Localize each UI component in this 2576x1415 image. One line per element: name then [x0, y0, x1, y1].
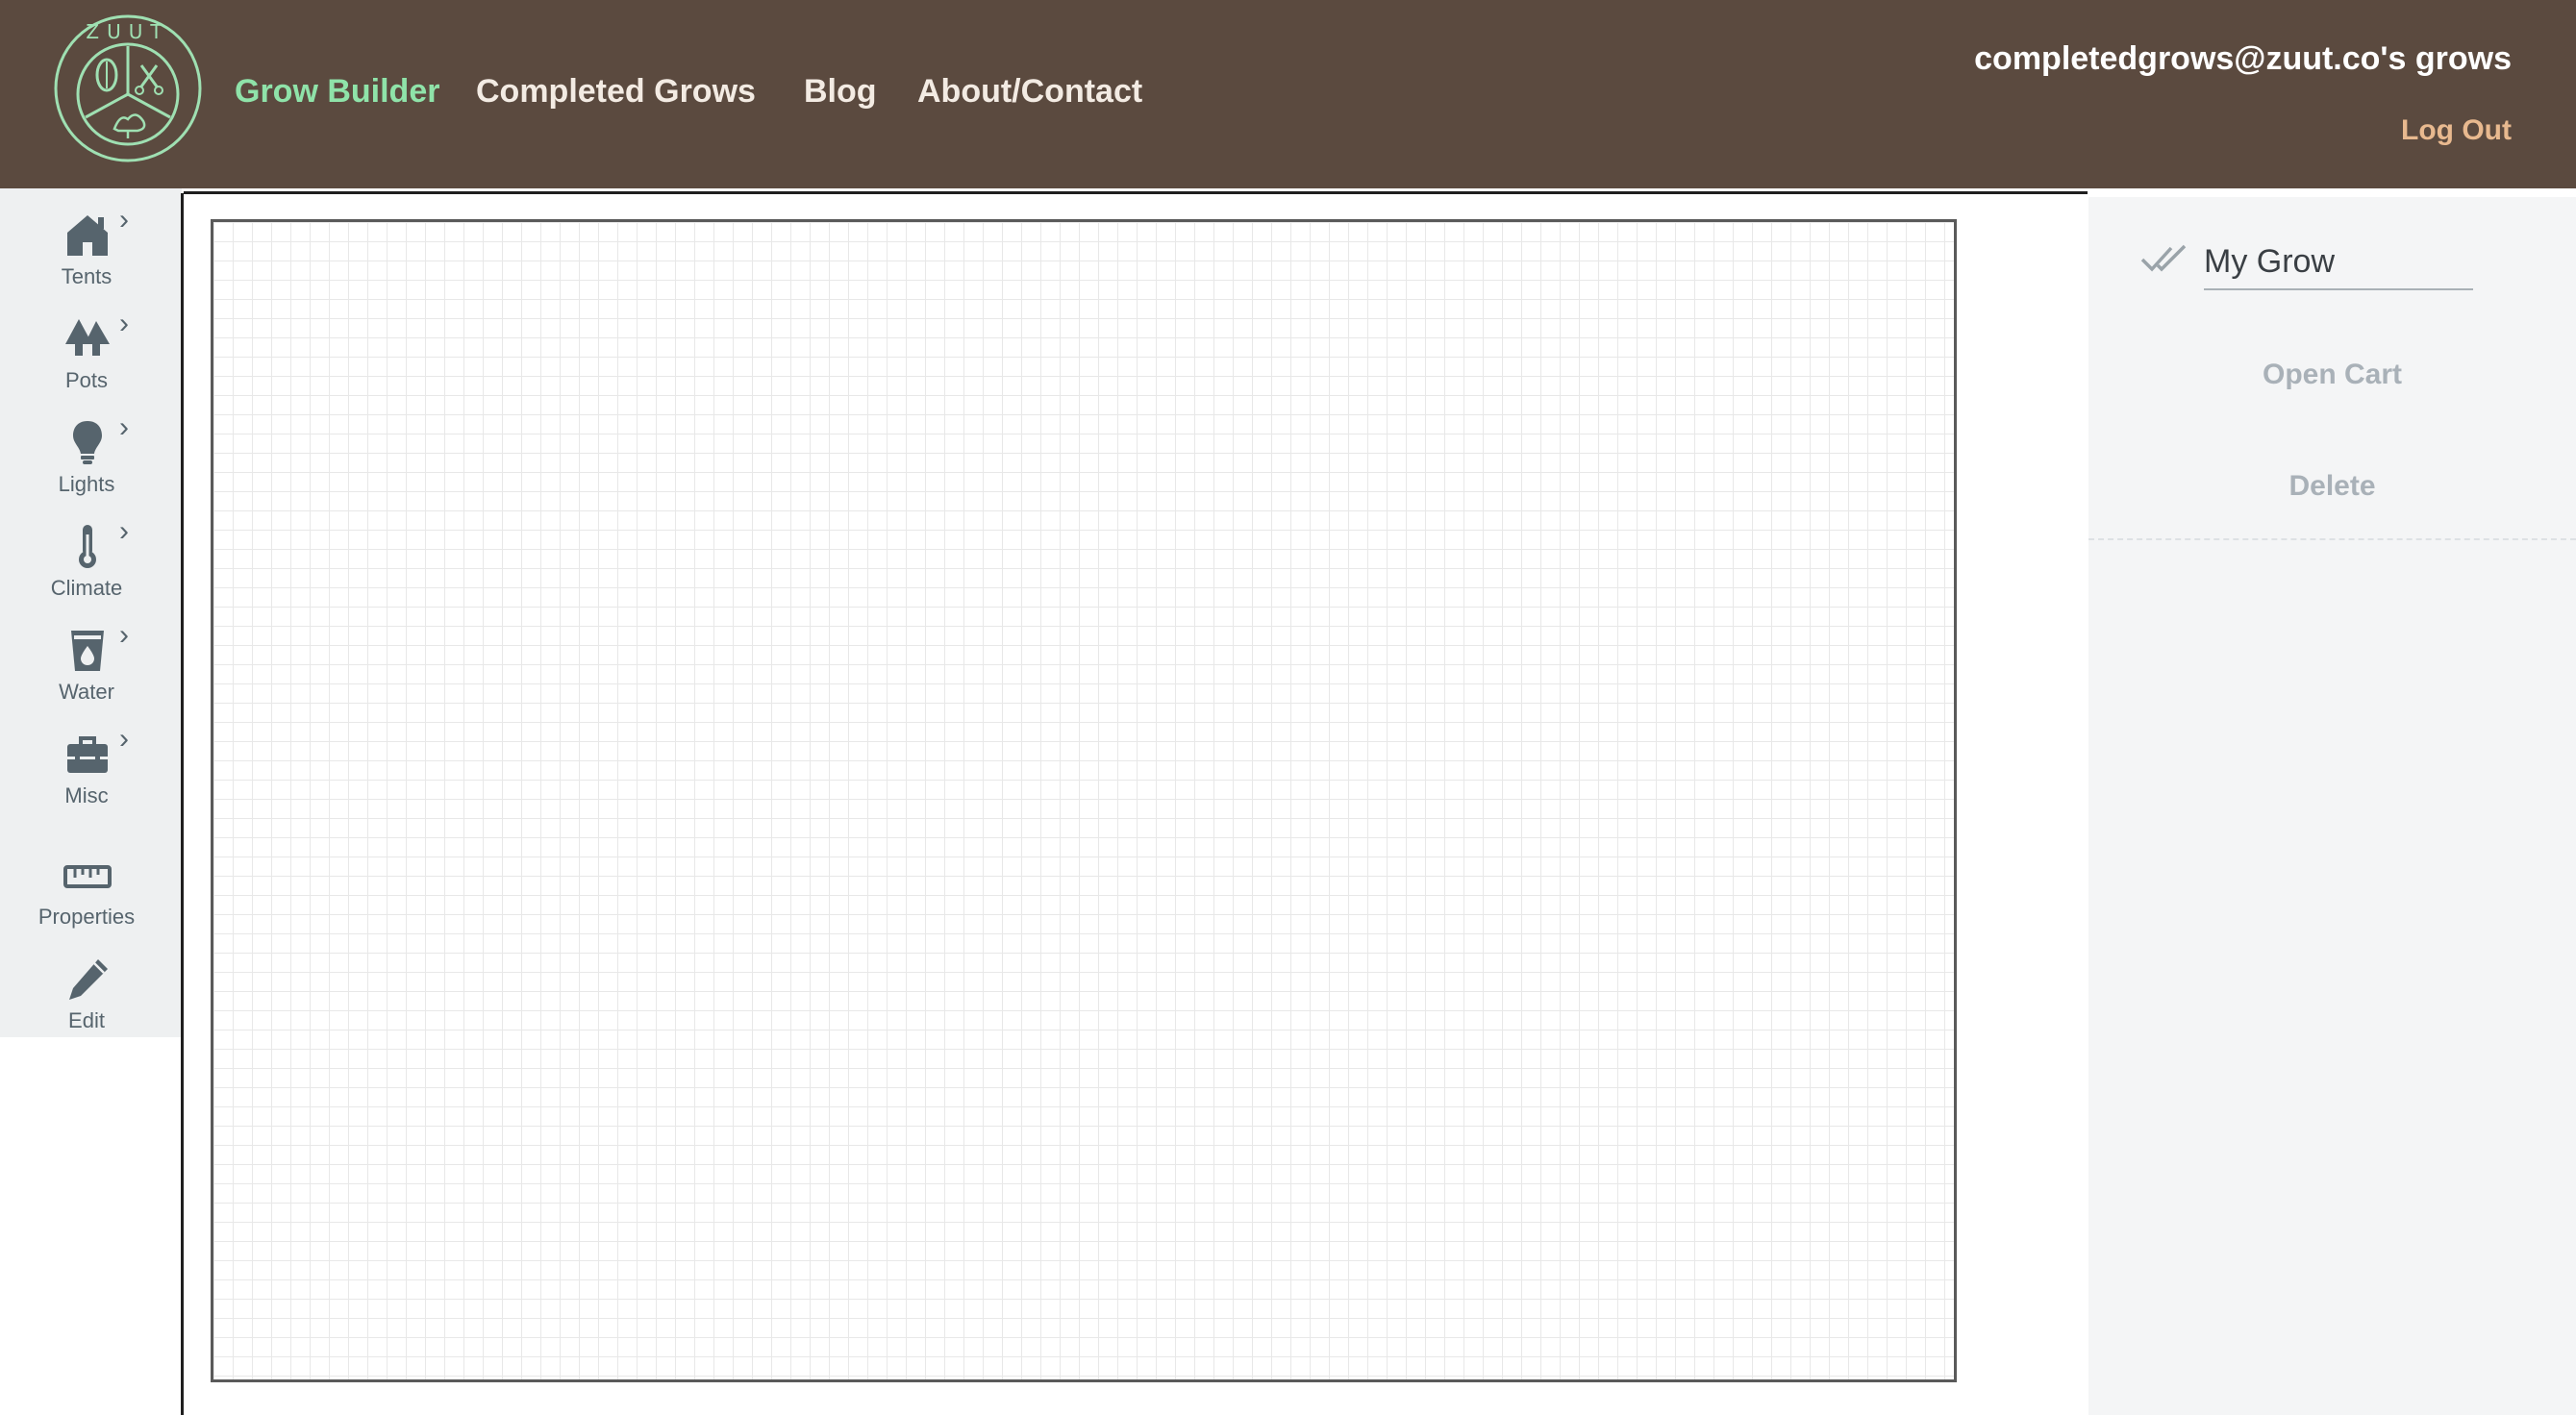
sidebar-item-label: Properties	[38, 905, 136, 929]
sidebar-item-label: Pots	[64, 368, 109, 392]
chevron-right-icon: ›	[119, 723, 129, 755]
trees-icon	[65, 319, 110, 356]
nav-blog[interactable]: Blog	[804, 71, 877, 112]
canvas-left-border	[181, 193, 184, 1415]
grow-name-input[interactable]	[2204, 235, 2473, 290]
pencil-icon	[69, 959, 108, 1000]
chevron-right-icon: ›	[119, 308, 129, 339]
grow-grid-canvas[interactable]	[211, 219, 1957, 1382]
nav-completed-grows[interactable]: Completed Grows	[476, 71, 756, 112]
tool-sidebar: › Tents › Pots › Lights › Climate › Wate…	[0, 188, 182, 1037]
sidebar-item-pots[interactable]: › Pots	[0, 302, 173, 402]
delete-button[interactable]: Delete	[2088, 467, 2576, 506]
sidebar-item-label: Lights	[58, 472, 115, 496]
toolbox-icon	[67, 736, 108, 773]
sidebar-item-properties[interactable]: Properties	[0, 838, 173, 938]
thermometer-icon	[79, 525, 96, 568]
double-check-icon	[2140, 244, 2187, 272]
chevron-right-icon: ›	[119, 515, 129, 547]
sidebar-item-label: Tents	[61, 264, 113, 288]
house-icon	[67, 215, 108, 256]
sidebar-item-misc[interactable]: › Misc	[0, 717, 173, 817]
top-header: ZUUT Grow Builder Completed Grows Blog A…	[0, 0, 2576, 188]
nav-grow-builder[interactable]: Grow Builder	[235, 71, 439, 112]
user-grows-label[interactable]: completedgrows@zuut.co's grows	[1974, 38, 2512, 79]
logout-link[interactable]: Log Out	[2401, 112, 2512, 150]
chevron-right-icon: ›	[119, 204, 129, 236]
ruler-icon	[63, 865, 112, 888]
zuut-logo[interactable]: ZUUT	[53, 13, 203, 163]
lightbulb-icon	[73, 421, 102, 464]
open-cart-button[interactable]: Open Cart	[2088, 356, 2576, 394]
water-cup-icon	[71, 631, 104, 671]
panel-divider	[2088, 538, 2576, 540]
chevron-right-icon: ›	[119, 411, 129, 443]
sidebar-item-label: Edit	[68, 1008, 105, 1032]
sidebar-item-label: Climate	[50, 576, 123, 600]
sidebar-item-lights[interactable]: › Lights	[0, 406, 173, 506]
chevron-right-icon: ›	[119, 619, 129, 651]
sidebar-item-water[interactable]: › Water	[0, 613, 173, 713]
sidebar-item-edit[interactable]: Edit	[0, 942, 173, 1042]
sidebar-item-label: Misc	[64, 783, 109, 807]
nav-about-contact[interactable]: About/Contact	[917, 71, 1142, 112]
canvas-top-border	[184, 191, 2088, 194]
sidebar-item-climate[interactable]: › Climate	[0, 509, 173, 609]
sidebar-item-label: Water	[59, 680, 114, 704]
sidebar-item-tents[interactable]: › Tents	[0, 198, 173, 298]
svg-text:ZUUT: ZUUT	[86, 20, 169, 43]
